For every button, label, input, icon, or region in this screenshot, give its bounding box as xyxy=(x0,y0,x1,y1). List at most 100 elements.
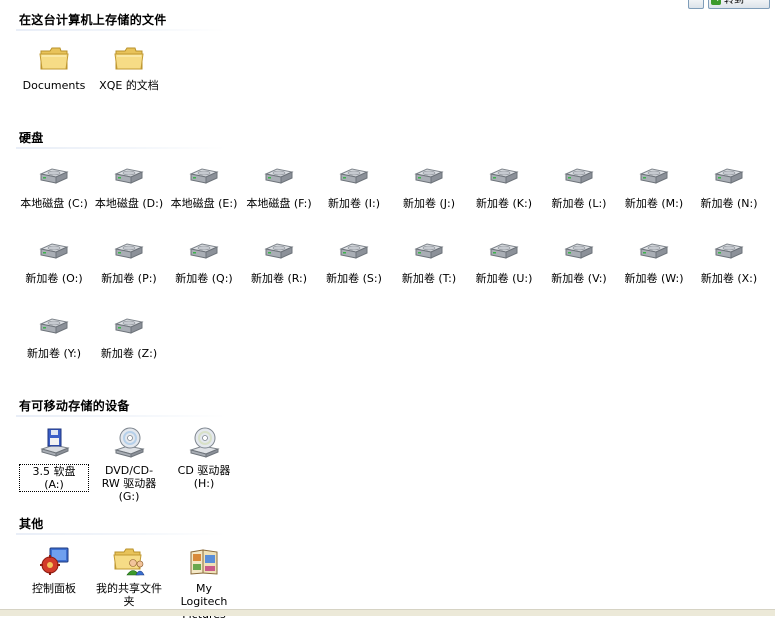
item-label: 新加卷 (K:) xyxy=(476,197,532,210)
hard-drive-icon xyxy=(413,160,445,192)
drive-item[interactable]: 新加卷 (J:) xyxy=(390,160,468,210)
section-divider-other xyxy=(16,533,226,535)
control-panel-icon xyxy=(38,545,70,577)
hard-drive-icon xyxy=(188,160,220,192)
hard-drive-icon xyxy=(413,235,445,267)
drive-item[interactable]: 新加卷 (S:) xyxy=(315,235,393,285)
item-label: 新加卷 (V:) xyxy=(551,272,607,285)
section-title-disks: 硬盘 xyxy=(19,131,44,145)
hard-drive-icon xyxy=(188,235,220,267)
drive-item[interactable]: 我的共享文件夹 xyxy=(90,545,168,608)
hard-drive-icon xyxy=(713,235,745,267)
hard-drive-icon xyxy=(638,160,670,192)
item-label: 3.5 软盘 (A:) xyxy=(19,464,89,492)
drive-item[interactable]: 3.5 软盘 (A:) xyxy=(15,427,93,492)
item-label: DVD/CD-RW 驱动器 (G:) xyxy=(101,464,157,503)
item-label: 本地磁盘 (D:) xyxy=(94,197,164,210)
drive-item[interactable]: 本地磁盘 (F:) xyxy=(240,160,318,210)
hard-drive-icon xyxy=(338,235,370,267)
hard-drive-icon xyxy=(113,160,145,192)
pictures-icon xyxy=(188,545,220,577)
drive-item[interactable]: 本地磁盘 (D:) xyxy=(90,160,168,210)
hard-drive-icon xyxy=(38,235,70,267)
drive-item[interactable]: XQE 的文档 xyxy=(90,42,168,92)
drive-item[interactable]: 新加卷 (I:) xyxy=(315,160,393,210)
item-label: 控制面板 xyxy=(32,582,76,595)
hard-drive-icon xyxy=(488,235,520,267)
section-divider-removable xyxy=(16,415,226,417)
shared-folder-icon xyxy=(113,545,145,577)
hard-drive-icon xyxy=(338,160,370,192)
drive-item[interactable]: 新加卷 (V:) xyxy=(540,235,618,285)
drive-item[interactable]: 新加卷 (N:) xyxy=(690,160,768,210)
hard-drive-icon xyxy=(263,235,295,267)
item-label: 新加卷 (W:) xyxy=(624,272,684,285)
item-label: 新加卷 (T:) xyxy=(401,272,457,285)
hard-drive-icon xyxy=(113,310,145,342)
go-arrow-icon: → xyxy=(711,0,721,5)
drive-item[interactable]: DVD/CD-RW 驱动器 (G:) xyxy=(90,427,168,503)
folder-icon xyxy=(113,42,145,74)
drive-item[interactable]: 新加卷 (P:) xyxy=(90,235,168,285)
item-label: 新加卷 (U:) xyxy=(475,272,533,285)
dropdown-button[interactable] xyxy=(688,0,704,9)
drive-item[interactable]: 新加卷 (R:) xyxy=(240,235,318,285)
item-label: 我的共享文件夹 xyxy=(96,582,162,608)
item-label: 本地磁盘 (C:) xyxy=(20,197,88,210)
hard-drive-icon xyxy=(638,235,670,267)
item-label: 新加卷 (L:) xyxy=(551,197,607,210)
item-label: 新加卷 (S:) xyxy=(326,272,382,285)
drive-item[interactable]: Documents xyxy=(15,42,93,92)
go-button[interactable]: →转到 xyxy=(708,0,770,9)
cd-drive-icon xyxy=(188,427,220,459)
item-label: CD 驱动器 (H:) xyxy=(177,464,231,490)
item-label: 新加卷 (O:) xyxy=(25,272,83,285)
item-label: 新加卷 (R:) xyxy=(250,272,308,285)
go-label: 转到 xyxy=(724,0,744,6)
dvd-drive-icon xyxy=(113,427,145,459)
item-label: 新加卷 (X:) xyxy=(700,272,758,285)
section-divider-disks xyxy=(16,147,226,149)
drive-item[interactable]: 新加卷 (X:) xyxy=(690,235,768,285)
toolbar-strip: →转到 xyxy=(0,0,775,9)
item-label: 新加卷 (Q:) xyxy=(175,272,233,285)
drive-item[interactable]: 本地磁盘 (E:) xyxy=(165,160,243,210)
drive-item[interactable]: 新加卷 (L:) xyxy=(540,160,618,210)
hard-drive-icon xyxy=(563,235,595,267)
drive-item[interactable]: 控制面板 xyxy=(15,545,93,595)
hard-drive-icon xyxy=(488,160,520,192)
drive-item[interactable]: 新加卷 (Y:) xyxy=(15,310,93,360)
hard-drive-icon xyxy=(713,160,745,192)
floppy-drive-icon xyxy=(38,427,70,459)
drive-item[interactable]: 新加卷 (O:) xyxy=(15,235,93,285)
item-label: 新加卷 (J:) xyxy=(402,197,456,210)
item-label: 新加卷 (Z:) xyxy=(100,347,158,360)
drive-item[interactable]: 新加卷 (M:) xyxy=(615,160,693,210)
item-label: 新加卷 (M:) xyxy=(624,197,684,210)
item-label: 新加卷 (N:) xyxy=(700,197,758,210)
drive-item[interactable]: 新加卷 (W:) xyxy=(615,235,693,285)
drive-item[interactable]: 本地磁盘 (C:) xyxy=(15,160,93,210)
item-label: 新加卷 (P:) xyxy=(101,272,157,285)
hard-drive-icon xyxy=(113,235,145,267)
item-label: Documents xyxy=(22,79,86,92)
item-label: 本地磁盘 (E:) xyxy=(170,197,238,210)
drive-item[interactable]: 新加卷 (Q:) xyxy=(165,235,243,285)
item-label: 新加卷 (I:) xyxy=(327,197,381,210)
item-label: 本地磁盘 (F:) xyxy=(246,197,312,210)
section-title-other: 其他 xyxy=(19,517,44,531)
section-divider-files xyxy=(16,29,226,31)
hard-drive-icon xyxy=(263,160,295,192)
drive-item[interactable]: 新加卷 (K:) xyxy=(465,160,543,210)
drive-item[interactable]: 新加卷 (Z:) xyxy=(90,310,168,360)
drive-item[interactable]: CD 驱动器 (H:) xyxy=(165,427,243,490)
folder-icon xyxy=(38,42,70,74)
drive-item[interactable]: 新加卷 (U:) xyxy=(465,235,543,285)
section-title-files: 在这台计算机上存储的文件 xyxy=(19,13,167,27)
item-label: XQE 的文档 xyxy=(99,79,159,92)
drive-item[interactable]: 新加卷 (T:) xyxy=(390,235,468,285)
hard-drive-icon xyxy=(38,160,70,192)
hard-drive-icon xyxy=(38,310,70,342)
item-label: 新加卷 (Y:) xyxy=(26,347,82,360)
section-title-removable: 有可移动存储的设备 xyxy=(19,399,130,413)
